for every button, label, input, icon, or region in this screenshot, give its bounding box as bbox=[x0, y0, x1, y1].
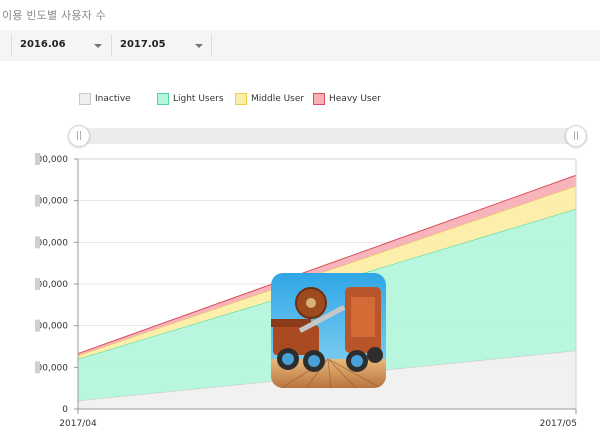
range-slider-end-handle[interactable]: || bbox=[565, 125, 587, 147]
start-month-select[interactable]: 2016.06 bbox=[11, 34, 109, 56]
x-tick-label: 2017/05 bbox=[540, 419, 577, 429]
y-tick-label: 00,000 bbox=[37, 280, 69, 290]
legend-label: Heavy User bbox=[329, 94, 381, 104]
y-tick-label: 00,000 bbox=[37, 363, 69, 373]
y-tick-label: 00,000 bbox=[37, 322, 69, 332]
legend-swatch bbox=[313, 93, 325, 105]
legend-item-heavy-user[interactable]: Heavy User bbox=[313, 92, 381, 106]
y-label-marker bbox=[35, 153, 40, 165]
legend-swatch bbox=[157, 93, 169, 105]
end-month-select[interactable]: 2017.05 bbox=[111, 34, 212, 56]
y-tick-label: 0 bbox=[62, 405, 68, 415]
legend-swatch bbox=[79, 93, 91, 105]
filter-bar: 2016.06 2017.05 bbox=[0, 30, 600, 61]
start-month-value: 2016.06 bbox=[20, 39, 66, 50]
x-tick-label: 2017/04 bbox=[59, 419, 97, 429]
y-label-marker bbox=[35, 236, 40, 249]
chevron-down-icon bbox=[195, 44, 203, 48]
y-tick-label: 00,000 bbox=[37, 238, 69, 248]
legend-item-light-users[interactable]: Light Users bbox=[157, 92, 224, 106]
y-tick-label: 00,000 bbox=[37, 155, 69, 165]
y-tick-label: 00,000 bbox=[37, 197, 69, 207]
range-slider-track[interactable] bbox=[78, 128, 576, 144]
y-label-marker bbox=[35, 319, 40, 332]
legend-label: Middle User bbox=[251, 94, 305, 104]
page-title: 이용 빈도별 사용자 수 bbox=[2, 9, 106, 22]
game-app-icon bbox=[271, 273, 386, 388]
grip-icon: || bbox=[572, 130, 580, 141]
y-label-marker bbox=[35, 278, 40, 290]
legend-item-inactive[interactable]: Inactive bbox=[79, 92, 131, 106]
range-slider-start-handle[interactable]: || bbox=[68, 125, 90, 147]
y-label-marker bbox=[35, 361, 40, 374]
end-month-value: 2017.05 bbox=[120, 39, 166, 50]
legend-item-middle-user[interactable]: Middle User bbox=[235, 92, 304, 106]
grip-icon: || bbox=[75, 130, 83, 141]
legend-label: Light Users bbox=[173, 94, 224, 104]
legend-label: Inactive bbox=[95, 94, 131, 104]
chevron-down-icon bbox=[94, 44, 102, 48]
chart-legend: Inactive Light Users Middle User Heavy U… bbox=[0, 92, 600, 108]
y-label-marker bbox=[35, 194, 40, 207]
legend-swatch bbox=[235, 93, 247, 105]
